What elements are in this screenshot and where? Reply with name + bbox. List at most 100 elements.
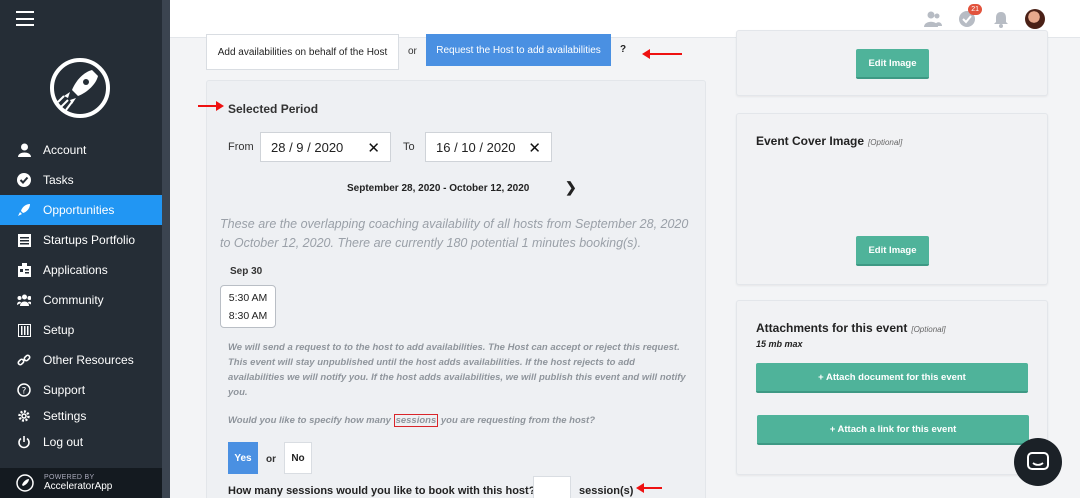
max-size-label: 15 mb max <box>756 339 803 349</box>
optional-tag: [Optional] <box>911 325 946 334</box>
question-text-end: you are requesting from the host? <box>440 415 596 426</box>
yes-button[interactable]: Yes <box>228 442 258 474</box>
attachments-title-text: Attachments for this event <box>756 321 908 335</box>
edit-image-button[interactable]: Edit Image <box>856 49 929 79</box>
bell-icon[interactable] <box>991 9 1011 29</box>
sidebar-item-opportunities[interactable]: Opportunities <box>0 195 162 225</box>
time-slot[interactable]: 5:30 AM <box>221 289 275 307</box>
specify-sessions-question: Would you like to specify how many sessi… <box>228 414 596 427</box>
availability-section: Add availabilities on behalf of the Host… <box>206 30 706 498</box>
question-text-start: Would you like to specify how many <box>228 415 391 426</box>
sidebar-item-label: Support <box>43 383 86 397</box>
date-range-label: September 28, 2020 - October 12, 2020 <box>347 183 530 194</box>
sessions-suffix-label: session(s) <box>579 485 634 497</box>
next-range-chevron-icon[interactable]: ❯ <box>565 179 577 196</box>
attach-document-button[interactable]: + Attach document for this event <box>756 363 1028 393</box>
help-icon: ? <box>17 383 31 397</box>
attachments-card: Attachments for this event [Optional] 15 … <box>736 300 1048 475</box>
sidebar-item-label: Log out <box>43 435 84 449</box>
sidebar-item-startups-portfolio[interactable]: Startups Portfolio <box>0 225 162 255</box>
users-icon[interactable] <box>923 9 943 29</box>
chat-icon <box>1027 452 1049 470</box>
sidebar-item-label: Opportunities <box>43 203 115 217</box>
annotation-arrow <box>636 483 662 493</box>
sidebar-item-label: Other Resources <box>43 353 134 367</box>
sidebar-item-other-resources[interactable]: Other Resources <box>0 345 162 375</box>
sidebar: Account Tasks Opportunities Startups Por… <box>0 0 162 498</box>
clear-to-date-icon[interactable]: ✕ <box>528 139 541 157</box>
check-circle-icon <box>17 173 31 187</box>
sidebar-item-label: Settings <box>43 409 87 423</box>
attachments-title: Attachments for this event [Optional] <box>756 321 946 335</box>
link-icon <box>17 353 31 367</box>
brand-name: AcceleratorApp <box>44 481 113 492</box>
sidebar-item-label: Applications <box>43 263 108 277</box>
community-icon <box>17 293 31 307</box>
sessions-highlight: sessions <box>393 414 439 427</box>
chat-launcher-button[interactable] <box>1014 438 1062 486</box>
sidebar-item-label: Community <box>43 293 104 307</box>
to-label: To <box>403 141 415 153</box>
sidebar-item-label: Setup <box>43 323 75 337</box>
svg-text:?: ? <box>22 387 27 397</box>
sidebar-item-label: Startups Portfolio <box>43 233 136 247</box>
overlap-info-text: These are the overlapping coaching avail… <box>220 217 689 250</box>
cover-image-title: Event Cover Image [Optional] <box>756 134 902 148</box>
to-date-value: 16 / 10 / 2020 <box>436 139 516 155</box>
request-host-button[interactable]: Request the Host to add availabilities <box>426 34 611 66</box>
time-slot-list[interactable]: 5:30 AM 8:30 AM <box>220 285 276 328</box>
event-cover-image-card: Event Cover Image [Optional] Edit Image <box>736 113 1048 285</box>
add-on-behalf-button[interactable]: Add availabilities on behalf of the Host <box>206 34 399 70</box>
sidebar-item-logout[interactable]: Log out <box>0 427 162 457</box>
or-label: or <box>408 46 417 57</box>
edit-cover-image-button[interactable]: Edit Image <box>856 236 929 266</box>
sidebar-scroll-gutter <box>162 0 170 498</box>
sidebar-item-setup[interactable]: Setup <box>0 315 162 345</box>
portfolio-icon <box>17 233 31 247</box>
no-button[interactable]: No <box>284 442 312 474</box>
rocket-logo-icon <box>48 56 112 120</box>
sidebar-item-applications[interactable]: Applications <box>0 255 162 285</box>
user-icon <box>17 143 31 157</box>
clear-from-date-icon[interactable]: ✕ <box>367 139 380 157</box>
sidebar-item-label: Account <box>43 143 87 157</box>
optional-tag: [Optional] <box>868 138 903 147</box>
applications-icon <box>17 263 31 277</box>
from-date-field[interactable]: 28 / 9 / 2020 ✕ <box>260 132 391 162</box>
power-icon <box>17 435 31 449</box>
brand-logo-icon <box>16 474 34 492</box>
sidebar-item-tasks[interactable]: Tasks <box>0 165 162 195</box>
from-label: From <box>228 141 254 153</box>
how-many-sessions-label: How many sessions would you like to book… <box>228 485 536 497</box>
sidebar-nav: Account Tasks Opportunities Startups Por… <box>0 135 162 457</box>
rocket-icon <box>17 203 31 217</box>
from-date-value: 28 / 9 / 2020 <box>271 139 344 155</box>
sidebar-item-settings[interactable]: Settings <box>0 405 162 427</box>
avatar[interactable] <box>1025 9 1045 29</box>
day-label: Sep 30 <box>230 266 263 277</box>
selected-period-title: Selected Period <box>228 102 319 116</box>
annotation-arrow <box>642 49 682 59</box>
sidebar-item-community[interactable]: Community <box>0 285 162 315</box>
sidebar-item-support[interactable]: ? Support <box>0 375 162 405</box>
notification-badge: 21 <box>968 4 982 15</box>
sidebar-item-account[interactable]: Account <box>0 135 162 165</box>
request-note-text: We will send a request to to the host to… <box>228 342 686 398</box>
time-slot[interactable]: 8:30 AM <box>221 307 275 325</box>
cover-image-title-text: Event Cover Image <box>756 134 865 148</box>
help-question-mark[interactable]: ? <box>620 44 626 55</box>
hamburger-menu-icon[interactable] <box>16 11 34 26</box>
attach-link-button[interactable]: + Attach a link for this event <box>757 415 1029 445</box>
sessions-count-input[interactable] <box>533 476 571 498</box>
event-image-card: Edit Image <box>736 30 1048 96</box>
sliders-icon <box>17 323 31 337</box>
gear-icon <box>17 409 31 423</box>
selected-period-panel: Selected Period From 28 / 9 / 2020 ✕ To … <box>206 80 706 498</box>
sidebar-item-label: Tasks <box>43 173 74 187</box>
powered-by-footer: POWERED BY AcceleratorApp <box>0 468 162 498</box>
to-date-field[interactable]: 16 / 10 / 2020 ✕ <box>425 132 552 162</box>
or-label: or <box>266 454 276 465</box>
tasks-check-icon[interactable]: 21 <box>957 4 982 29</box>
powered-by-label: POWERED BY <box>44 474 95 481</box>
annotation-arrow <box>198 101 224 111</box>
